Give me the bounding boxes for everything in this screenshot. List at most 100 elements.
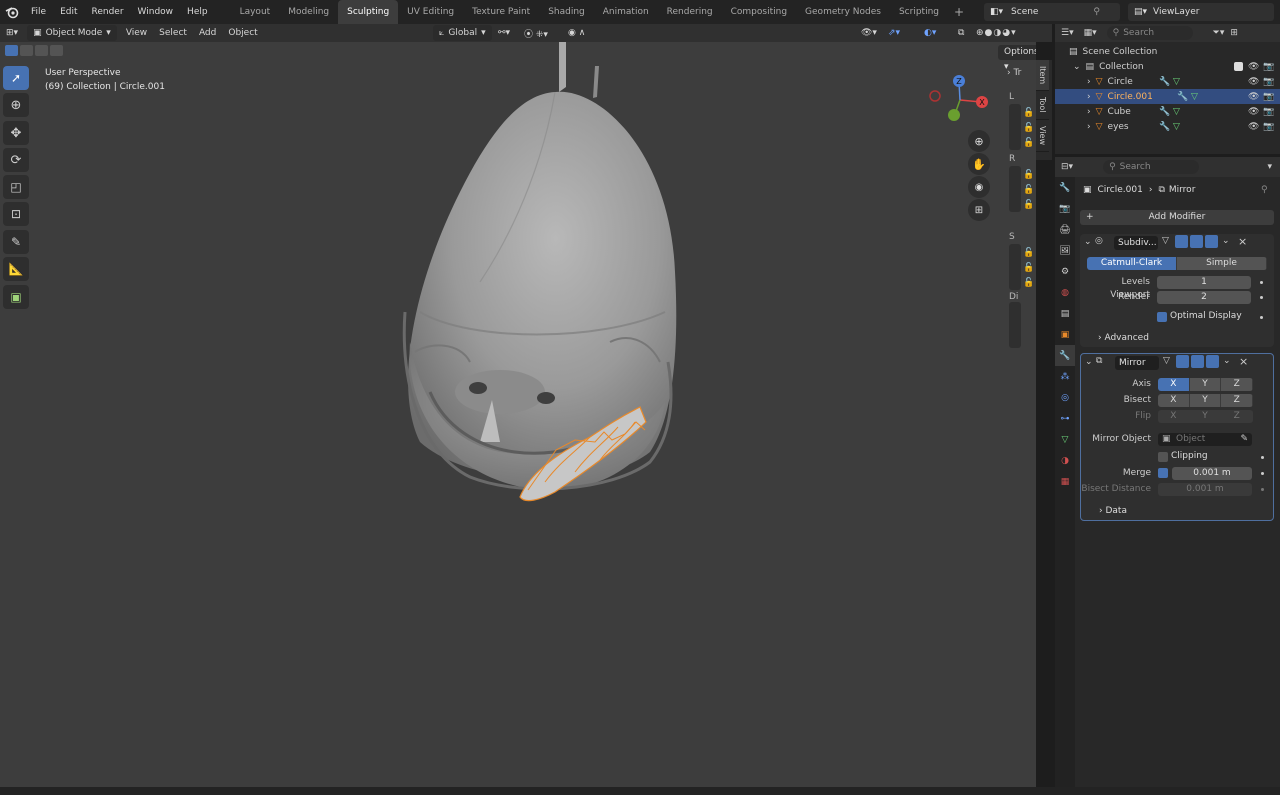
data-subpanel[interactable]: › Data [1099,506,1127,516]
render-tab-icon[interactable]: 📷 [1055,198,1075,219]
eye-icon[interactable]: 👁 [1248,77,1259,87]
shading-modes-icon[interactable]: ⊕●◑◕▾ [970,24,1023,42]
pin-icon[interactable]: ⚲ [1261,185,1268,195]
outliner-search-input[interactable]: Search [1123,28,1154,38]
add-cube-tool[interactable]: ▣ [3,285,29,309]
options-button[interactable]: Options ▾ [998,45,1036,72]
rotate-tool[interactable]: ⟳ [3,148,29,172]
flip-x-button[interactable]: X [1158,410,1190,423]
measure-tool[interactable]: 📐 [3,257,29,281]
add-menu[interactable]: Add [193,24,222,42]
proportional-edit-icon[interactable]: ◉ ∧ [562,24,591,42]
camera-icon[interactable]: 📷 [1263,62,1274,72]
modifier-name-field[interactable]: Subdiv... [1114,236,1158,250]
lock-icon[interactable]: 🔓 🔓 🔓 [1023,246,1034,291]
editor-type-icon[interactable]: ⊞▾ [0,24,24,42]
lock-icon[interactable]: 🔓 🔓 🔓 [1023,106,1034,151]
chevron-right-icon[interactable]: › [1087,107,1091,117]
keyframe-dot-icon[interactable] [1261,456,1264,459]
bisect-y-button[interactable]: Y [1189,394,1222,407]
gizmo-toggle-icon[interactable]: ⇗▾ [882,24,906,42]
camera-icon[interactable]: 📷 [1263,77,1274,87]
on-cage-icon[interactable] [1176,355,1189,368]
particles-tab-icon[interactable]: ⁂ [1055,366,1075,387]
overlay-toggle-icon[interactable]: ◐▾ [918,24,942,42]
tab-rendering[interactable]: Rendering [658,0,722,24]
snap-icon[interactable]: ⦿ ⁜▾ [518,24,554,42]
scale-tool[interactable]: ◰ [3,175,29,199]
annotate-tool[interactable]: ✎ [3,230,29,254]
new-collection-icon[interactable]: ⊞ [1230,28,1238,38]
render-levels-field[interactable]: 2 [1157,291,1251,304]
flip-z-button[interactable]: Z [1221,410,1253,423]
select-box-tool[interactable]: ➚ [3,66,29,90]
render-display-icon[interactable] [1206,355,1219,368]
edit-mode-icon[interactable]: ▽ [1162,236,1169,246]
bisect-z-button[interactable]: Z [1221,394,1253,407]
keyframe-dot-icon[interactable] [1260,316,1263,319]
close-icon[interactable]: × [1238,235,1247,248]
perspective-toggle-icon[interactable]: ⊞ [968,199,990,221]
merge-distance-field[interactable]: 0.001 m [1172,467,1252,480]
flip-y-button[interactable]: Y [1189,410,1222,423]
menu-help[interactable]: Help [180,0,215,24]
move-tool[interactable]: ✥ [3,121,29,145]
filter-icon[interactable]: ⏷▾ [1213,28,1225,38]
display-mode-icon[interactable]: ▦▾ [1084,28,1097,38]
3d-viewport[interactable]: User Perspective (69) Collection | Circl… [0,42,1036,787]
chevron-down-icon[interactable]: ▾ [1267,162,1272,172]
tool-tab-icon[interactable]: 🔧 [1055,177,1075,198]
properties-search-input[interactable]: Search [1120,162,1151,172]
object-menu[interactable]: Object [222,24,263,42]
chevron-down-icon[interactable]: ⌄ [1084,237,1092,247]
viewport-display-icon[interactable] [1191,355,1204,368]
chevron-right-icon[interactable]: › [1087,122,1091,132]
pivot-icon[interactable]: ⚯▾ [492,24,516,42]
zoom-icon[interactable]: ⊕ [968,130,990,152]
tab-sculpting[interactable]: Sculpting [338,0,399,24]
add-workspace-button[interactable]: + [948,0,970,24]
chevron-right-icon[interactable]: › [1087,92,1091,102]
orientation-selector[interactable]: ⟀ Global ▾ [433,25,492,41]
menu-file[interactable]: File [24,0,53,24]
keyframe-dot-icon[interactable] [1260,281,1263,284]
tab-shading[interactable]: Shading [539,0,594,24]
editor-type-icon[interactable]: ☰▾ [1061,28,1074,38]
axis-x-button[interactable]: X [1158,378,1190,391]
bisect-distance-field[interactable]: 0.001 m [1158,483,1252,496]
camera-icon[interactable]: 📷 [1263,92,1274,102]
view-layer-tab-icon[interactable]: 🖼 [1055,240,1075,261]
eye-icon[interactable]: 👁 [1248,92,1259,102]
xray-icon[interactable]: ⧉ [952,24,970,42]
transform-tool[interactable]: ⊡ [3,202,29,226]
catmull-clark-option[interactable]: Catmull-Clark [1087,257,1177,270]
scene-tab-icon[interactable]: ⚙ [1055,261,1075,282]
levels-viewport-field[interactable]: 1 [1157,276,1251,289]
outliner-collection[interactable]: ⌄ ▤ Collection 👁 📷 [1055,59,1280,74]
outliner-item-circle[interactable]: › ▽ Circle 🔧 ▽ 👁 📷 [1055,74,1280,89]
chevron-right-icon[interactable]: › [1087,77,1091,87]
camera-icon[interactable]: 📷 [1263,122,1274,132]
keyframe-dot-icon[interactable] [1260,296,1263,299]
checkbox-icon[interactable] [1234,62,1243,71]
render-display-icon[interactable] [1205,235,1218,248]
camera-view-icon[interactable]: ◉ [968,176,990,198]
tab-tool[interactable]: Tool [1036,91,1049,120]
keyframe-dot-icon[interactable] [1261,488,1264,491]
scene-selector[interactable]: ◧▾ Scene ⚲ [984,3,1120,21]
texture-tab-icon[interactable]: ▦ [1055,471,1075,492]
outliner-item-eyes[interactable]: › ▽ eyes 🔧 ▽ 👁 📷 [1055,119,1280,134]
chevron-down-icon[interactable]: ⌄ [1073,62,1081,72]
material-tab-icon[interactable]: ◑ [1055,450,1075,471]
close-icon[interactable]: × [1239,355,1248,368]
on-cage-icon[interactable] [1175,235,1188,248]
tab-modeling[interactable]: Modeling [279,0,338,24]
visibility-icon[interactable]: 👁▾ [855,24,883,42]
physics-tab-icon[interactable]: ◎ [1055,387,1075,408]
eye-icon[interactable]: 👁 [1248,107,1259,117]
bisect-x-button[interactable]: X [1158,394,1190,407]
blender-logo-icon[interactable] [4,4,20,20]
navigation-gizmo[interactable]: X Z [925,72,995,132]
select-menu[interactable]: Select [153,24,193,42]
mode-selector[interactable]: ▣ Object Mode ▾ [27,25,117,41]
